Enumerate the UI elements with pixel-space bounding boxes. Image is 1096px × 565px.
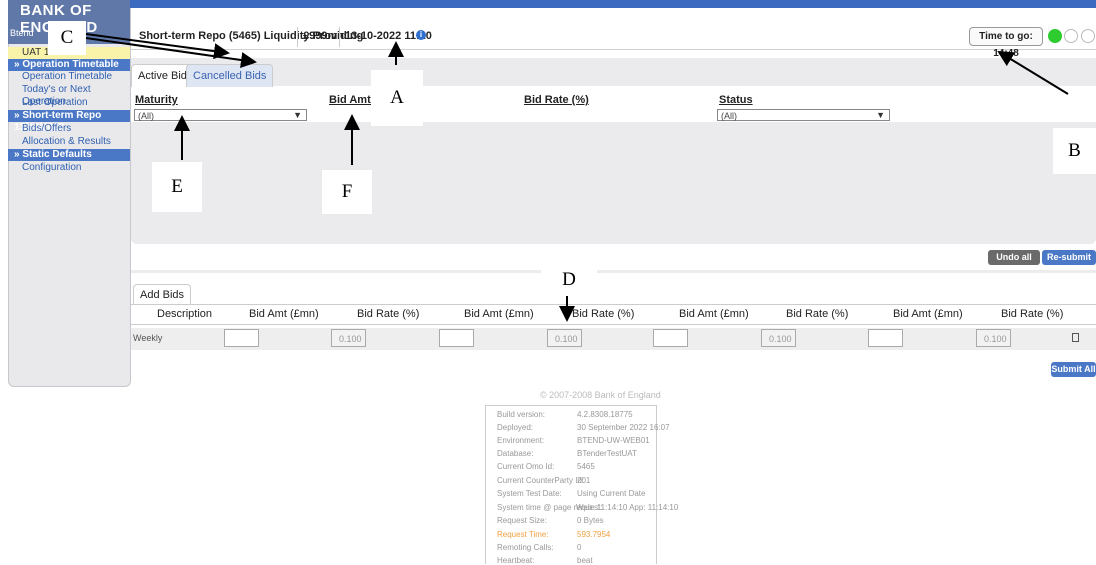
arrow-b-to-timer — [997, 50, 1069, 95]
arrow-c-to-cancelled-tab — [85, 33, 230, 60]
arrow-c-to-tab — [85, 37, 257, 68]
annotation-arrows — [85, 33, 1069, 322]
